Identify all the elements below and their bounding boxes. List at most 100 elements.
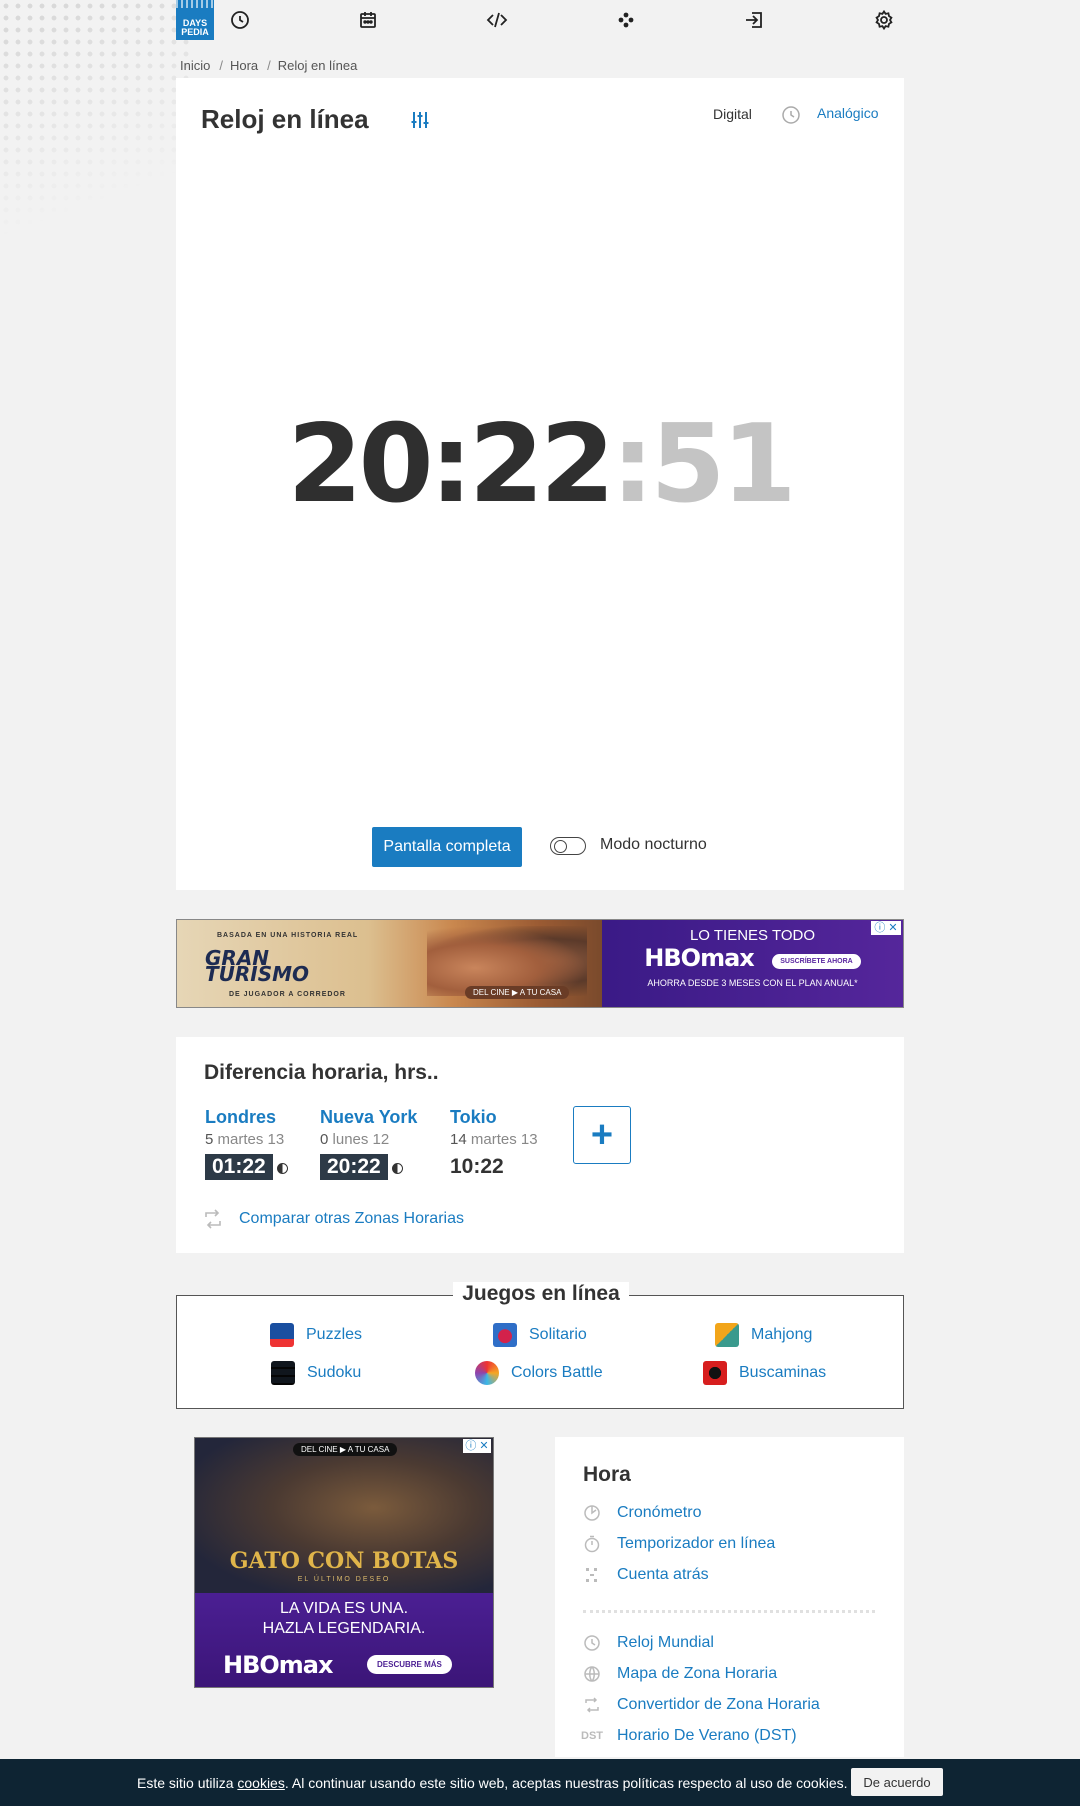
time-seconds: :51 <box>611 410 796 520</box>
sidebar-item-world-clock[interactable]: Reloj Mundial <box>583 1634 714 1652</box>
ad-hbo-offer: AHORRA DESDE 3 MESES CON EL PLAN ANUAL* <box>647 978 858 988</box>
breadcrumb-current: Reloj en línea <box>277 58 358 73</box>
compare-timezones-link[interactable]: Comparar otras Zonas Horarias <box>239 1210 464 1228</box>
ad-movie-title: GATO CON BOTAS <box>229 1548 459 1574</box>
online-clock-card: Reloj en línea Digital Analógico 20:22:5… <box>176 78 904 890</box>
puzzles-icon <box>270 1323 294 1347</box>
city-name[interactable]: Nueva York <box>320 1107 417 1128</box>
online-games-box: Juegos en línea Puzzles Solitario Mahjon… <box>176 1282 904 1409</box>
sidebar-item-timer[interactable]: Temporizador en línea <box>583 1535 775 1553</box>
ad-gt-tagline: BASADA EN UNA HISTORIA REAL <box>217 932 359 939</box>
night-mode-toggle[interactable] <box>550 837 586 855</box>
game-minesweeper[interactable]: Buscaminas <box>703 1361 826 1385</box>
game-colors-battle[interactable]: Colors Battle <box>475 1361 603 1385</box>
games-title: Juegos en línea <box>453 1282 629 1305</box>
ad-hbo-subscribe-button[interactable]: SUSCRÍBETE AHORA <box>772 954 861 970</box>
ad-gt-subtitle: DE JUGADOR A CORREDOR <box>229 991 346 998</box>
dst-icon: DST <box>581 1730 603 1742</box>
sidebar-divider <box>583 1610 875 1613</box>
code-icon[interactable] <box>485 8 509 32</box>
clock-icon[interactable] <box>228 8 252 32</box>
ad-hbo-section: LA VIDA ES UNA. HAZLA LEGENDARIA. HBOmax… <box>195 1593 493 1687</box>
ad-line-1: LA VIDA ES UNA. <box>279 1600 409 1617</box>
cookie-message: Este sitio utiliza cookies. Al continuar… <box>137 1775 848 1791</box>
ad-hbo-headline: LO TIENES TODO <box>689 927 816 944</box>
ad-gt-logo: GRAN TURISMO <box>205 946 310 986</box>
ad-hbo-logo: HBOmax <box>223 1651 333 1679</box>
gear-icon[interactable] <box>872 8 896 32</box>
night-moon-icon <box>391 1163 403 1175</box>
city-name[interactable]: Tokio <box>450 1107 538 1128</box>
night-moon-icon <box>276 1163 288 1175</box>
solitaire-icon <box>493 1323 517 1347</box>
sudoku-icon <box>271 1361 295 1385</box>
ad-hbo-panel: ⓘ ✕ LO TIENES TODO HBOmax SUSCRÍBETE AHO… <box>602 920 903 1007</box>
ad-hbo-logo: HBOmax <box>644 944 754 972</box>
city-new-york: Nueva York 0 lunes 12 20:22 <box>320 1107 417 1180</box>
logo-text-line2: PEDIA <box>181 27 209 37</box>
mode-digital[interactable]: Digital <box>713 106 752 122</box>
city-tokyo: Tokio 14 martes 13 10:22 <box>450 1107 538 1180</box>
city-time: 20:22 <box>320 1154 388 1180</box>
ad-discover-button[interactable]: DESCUBRE MÁS <box>367 1655 452 1674</box>
city-time: 01:22 <box>205 1154 273 1180</box>
sidebar-item-stopwatch[interactable]: Cronómetro <box>583 1504 701 1522</box>
city-offset-day: 0 lunes 12 <box>320 1131 390 1148</box>
game-sudoku[interactable]: Sudoku <box>271 1361 361 1385</box>
ad-cine-tag: DEL CINE ▶ A TU CASA <box>293 1443 398 1456</box>
ad-banner-puss-in-boots[interactable]: DEL CINE ▶ A TU CASA GATO CON BOTAS EL Ú… <box>194 1437 494 1688</box>
time-difference-title: Diferencia horaria, hrs.. <box>204 1061 439 1084</box>
ad-movie-artwork: DEL CINE ▶ A TU CASA GATO CON BOTAS EL Ú… <box>195 1438 493 1593</box>
add-city-button[interactable]: + <box>573 1106 631 1164</box>
background-dot-pattern <box>0 0 190 250</box>
game-puzzles[interactable]: Puzzles <box>270 1323 362 1347</box>
accept-cookies-button[interactable]: De acuerdo <box>851 1768 943 1796</box>
cookies-link[interactable]: cookies <box>237 1775 284 1791</box>
ad-gran-turismo: BASADA EN UNA HISTORIA REAL GRAN TURISMO… <box>177 920 602 1007</box>
world-clock-icon <box>583 1634 601 1652</box>
time-difference-card: Diferencia horaria, hrs.. Londres 5 mart… <box>176 1037 904 1253</box>
mahjong-icon <box>715 1323 739 1347</box>
calendar-icon[interactable] <box>356 8 380 32</box>
ad-close-icon[interactable]: ⓘ ✕ <box>871 921 901 935</box>
city-name[interactable]: Londres <box>205 1107 288 1128</box>
city-offset-day: 5 martes 13 <box>205 1131 285 1148</box>
city-london: Londres 5 martes 13 01:22 <box>205 1107 288 1180</box>
colors-battle-icon <box>475 1361 499 1385</box>
ad-close-icon[interactable]: ⓘ ✕ <box>463 1439 491 1453</box>
games-icon[interactable] <box>614 8 638 32</box>
dayspedia-logo[interactable]: DAYS PEDIA <box>176 0 214 40</box>
ad-banner-top[interactable]: BASADA EN UNA HISTORIA REAL GRAN TURISMO… <box>176 919 904 1008</box>
game-solitaire[interactable]: Solitario <box>493 1323 587 1347</box>
breadcrumb-time[interactable]: Hora <box>230 58 258 73</box>
city-offset-day: 14 martes 13 <box>450 1131 538 1148</box>
city-time: 10:22 <box>450 1155 504 1178</box>
breadcrumb: Inicio / Hora / Reloj en línea <box>180 58 358 73</box>
night-mode-label: Modo nocturno <box>600 836 707 853</box>
breadcrumb-home[interactable]: Inicio <box>180 58 210 73</box>
timer-icon <box>583 1535 601 1553</box>
sidebar-title: Hora <box>583 1463 631 1486</box>
page-title: Reloj en línea <box>201 104 369 134</box>
sidebar-item-countdown[interactable]: Cuenta atrás <box>583 1566 709 1584</box>
analog-clock-icon <box>781 105 801 125</box>
sidebar-item-timezone-converter[interactable]: Convertidor de Zona Horaria <box>583 1696 820 1714</box>
top-navigation: DAYS PEDIA <box>176 0 904 42</box>
countdown-icon <box>583 1566 601 1584</box>
ad-cine-tag: DEL CINE ▶ A TU CASA <box>465 986 570 999</box>
sidebar-item-dst[interactable]: DST Horario De Verano (DST) <box>581 1727 797 1745</box>
ad-line-2: HAZLA LEGENDARIA. <box>262 1620 426 1637</box>
mode-analog-link[interactable]: Analógico <box>817 105 879 121</box>
sidebar-item-timezone-map[interactable]: Mapa de Zona Horaria <box>583 1665 777 1683</box>
converter-icon <box>583 1696 601 1714</box>
game-mahjong[interactable]: Mahjong <box>715 1323 812 1347</box>
time-hours-minutes: 20:22 <box>287 410 615 520</box>
compare-arrows-icon <box>202 1209 224 1229</box>
globe-icon <box>583 1665 601 1683</box>
fullscreen-button[interactable]: Pantalla completa <box>372 827 522 867</box>
cookie-consent-bar: Este sitio utiliza cookies. Al continuar… <box>0 1759 1080 1806</box>
sliders-icon[interactable] <box>408 108 432 132</box>
minesweeper-icon <box>703 1361 727 1385</box>
digital-time-display: 20:22:51 <box>176 410 904 520</box>
login-icon[interactable] <box>742 8 766 32</box>
